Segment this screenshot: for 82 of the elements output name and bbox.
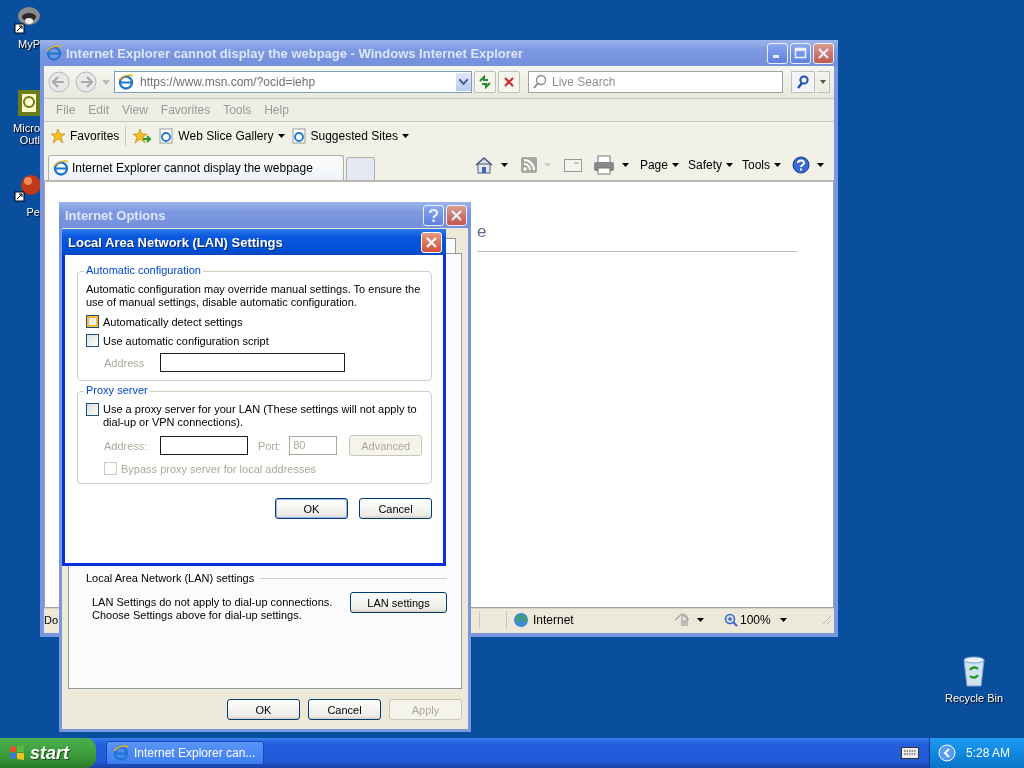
search-icon [532,74,546,90]
app-shortcut-icon[interactable] [14,172,40,202]
home-icon[interactable] [473,156,494,174]
command-menu-button[interactable]: Tools [742,158,781,172]
lan-settings-button[interactable]: LAN settings [350,592,447,613]
checkbox-label: Use automatic configuration script [103,334,269,347]
page-icon[interactable] [290,128,307,144]
caret-icon[interactable] [697,618,704,622]
printer-icon[interactable] [592,155,615,175]
ie-icon [118,74,134,90]
command-menu-button[interactable]: Page [639,158,679,172]
caret-icon[interactable] [621,163,629,167]
field-label: Address: [104,439,149,452]
caret-icon[interactable] [500,163,508,167]
zoom-icon[interactable] [724,613,738,627]
desktop-icon-label[interactable]: Recycle Bin [944,692,1004,704]
windows-flag-icon[interactable] [8,744,26,762]
page-heading: e [477,222,488,242]
search-button[interactable] [791,71,815,93]
checkbox-label: Bypass proxy server for local addresses [121,462,317,475]
expand-tray-icon[interactable] [937,744,956,762]
caret-icon[interactable] [726,163,733,167]
desktop-icon-label[interactable]: Pe [6,206,40,218]
star-icon[interactable] [50,128,66,144]
favorites-bar-link[interactable]: Suggested Sites [290,128,409,144]
group-title: Local Area Network (LAN) settings [86,572,255,584]
add-favorite-icon[interactable] [132,128,153,144]
caret-icon[interactable] [820,80,826,84]
clock: 5:28 AM [965,746,1010,760]
search-field[interactable]: Live Search [528,71,783,93]
info-text: LAN Settings do not apply to dial-up connections. [92,596,333,609]
info-text: Choose Settings above for dial-up settings. [92,609,303,622]
field-label: Address [104,356,146,369]
dropdown-button[interactable] [817,71,830,93]
ie-icon [113,745,129,761]
checkbox[interactable] [86,334,99,347]
ie-icon [46,45,62,61]
mail-icon[interactable] [563,158,582,172]
address-field[interactable]: https://www.msn.com/?ocid=iehp [114,71,472,93]
browser-tab[interactable]: Internet Explorer cannot display the webpage [48,155,344,180]
window-title: Local Area Network (LAN) Settings [68,234,283,250]
checkbox-label: Use a proxy server for your LAN (These settings will not apply to dial-up or VPN connections). [103,403,418,429]
search-icon[interactable] [797,75,809,89]
group-title: Proxy server [84,384,150,396]
caret-icon[interactable] [671,163,679,167]
group-title: Automatic configuration [84,264,203,276]
favorites-bar-link[interactable]: Web Slice Gallery [158,128,285,144]
window-title: Internet Options [65,207,166,223]
help-icon[interactable] [792,156,810,174]
zone-label: Internet [533,613,574,627]
window-title: Internet Explorer cannot display the webpage - Windows Internet Explorer [66,45,524,61]
dialog-button[interactable]: OK [275,498,348,519]
address-field[interactable] [160,353,345,372]
dialog-button[interactable]: Cancel [308,699,381,720]
command-menu-button[interactable]: Safety [687,158,733,172]
chevron-down-icon[interactable] [459,79,468,85]
search-input[interactable]: Live Search [550,74,782,90]
zoom-button[interactable]: 100% [724,613,774,627]
field-label: Port: [258,439,282,452]
dropdown-button[interactable] [456,73,471,91]
ie-icon [53,160,69,176]
feed-icon[interactable] [520,157,537,173]
dialog-button[interactable]: Cancel [359,498,432,519]
globe-icon [513,612,529,628]
info-text: Automatic configuration may override manual settings. To ensure the use of manual settings, disable automatic configuration. [86,283,422,309]
caret-icon[interactable] [780,618,787,622]
desktop-icon-label[interactable]: Micro Outl [6,122,40,146]
caret-icon[interactable] [774,163,781,167]
keyboard-icon[interactable] [900,747,919,759]
desktop-icon-label[interactable]: MyP [6,38,40,50]
caret-icon[interactable] [401,134,409,138]
caret-icon[interactable] [277,134,285,138]
page-icon[interactable] [158,128,175,144]
caret-icon[interactable] [817,163,824,167]
checkbox[interactable] [86,315,99,328]
status-text: Do [44,614,58,626]
address-field[interactable] [160,436,248,455]
favorites-button[interactable]: Favorites [50,128,120,144]
dialog-button[interactable]: OK [227,699,300,720]
resize-grip-icon[interactable] [822,615,832,625]
app-shortcut-icon[interactable] [14,4,40,34]
checkbox-label: Automatically detect settings [103,315,243,328]
